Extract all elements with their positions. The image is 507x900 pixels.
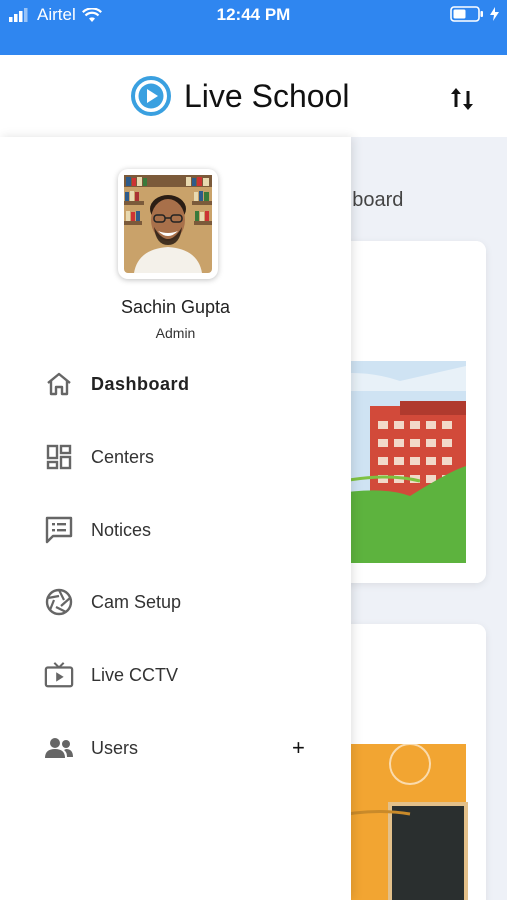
menu-item-live-cctv[interactable]: Live CCTV <box>0 650 351 700</box>
menu-label-live-cctv: Live CCTV <box>91 664 179 685</box>
notice-icon <box>44 515 74 545</box>
navigation-drawer: Sachin Gupta Admin Dashboard Centers Not… <box>0 137 351 900</box>
user-role: Admin <box>155 325 196 341</box>
home-icon <box>44 369 74 399</box>
menu-item-dashboard[interactable]: Dashboard <box>0 359 351 409</box>
sort-button[interactable] <box>449 85 475 113</box>
app-title: Live School <box>184 77 350 114</box>
brand: Live School <box>130 75 349 117</box>
avatar[interactable] <box>118 169 218 279</box>
profile-photo <box>124 175 212 273</box>
menu-item-notices[interactable]: Notices <box>0 505 351 555</box>
user-name: Sachin Gupta <box>120 297 231 317</box>
status-right <box>450 6 499 22</box>
expand-users-button[interactable]: + <box>292 735 305 761</box>
menu-label-dashboard: Dashboard <box>91 373 190 394</box>
menu-label-notices: Notices <box>91 519 152 540</box>
app-header: Live School <box>0 55 507 137</box>
status-bar: Airtel 12:44 PM <box>0 0 507 55</box>
menu-item-cam-setup[interactable]: Cam Setup <box>0 577 351 627</box>
sort-arrows-icon <box>451 88 473 110</box>
charging-bolt-icon <box>490 7 499 21</box>
camera-shutter-icon <box>44 587 74 617</box>
menu-label-users: Users <box>91 737 139 758</box>
battery-icon <box>450 6 483 22</box>
menu-item-users[interactable]: Users + <box>0 723 351 773</box>
users-icon <box>44 733 74 763</box>
live-school-logo-icon <box>131 76 171 116</box>
menu-item-centers[interactable]: Centers <box>0 432 351 482</box>
dashboard-grid-icon <box>44 442 74 472</box>
status-time: 12:44 PM <box>216 5 291 24</box>
menu-label-centers: Centers <box>91 446 155 467</box>
menu-label-cam-setup: Cam Setup <box>91 591 182 612</box>
tv-play-icon <box>44 660 74 690</box>
